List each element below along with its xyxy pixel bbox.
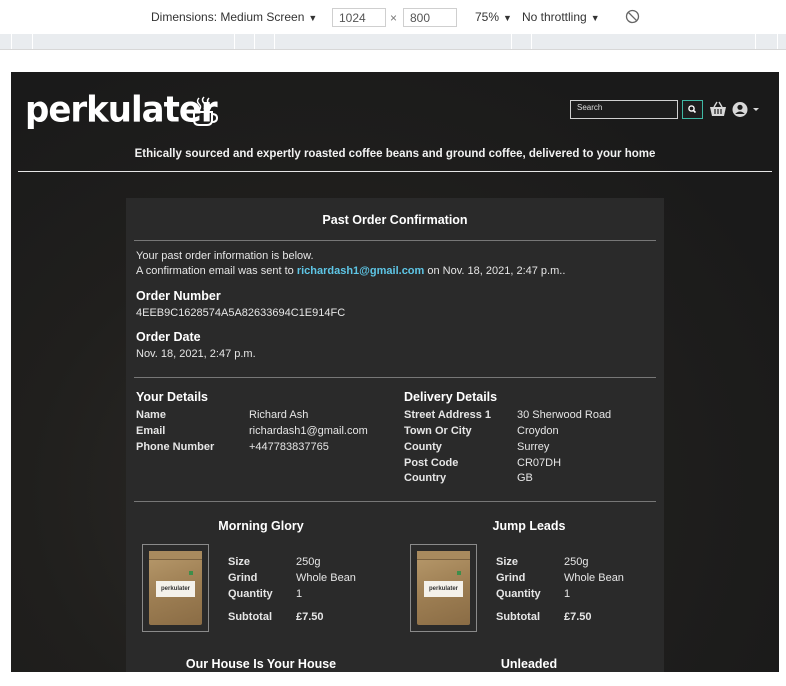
- intro-line-1: Your past order information is below.: [136, 250, 314, 262]
- header-divider: [18, 171, 772, 172]
- detail-label: Name: [136, 409, 166, 421]
- order-confirmation-card: Past Order Confirmation Your past order …: [126, 198, 664, 672]
- site-tagline: Ethically sourced and expertly roasted c…: [134, 148, 656, 160]
- delivery-value: Croydon: [517, 425, 559, 437]
- item-name: Unleaded: [500, 657, 558, 671]
- width-input[interactable]: 1024: [332, 8, 386, 27]
- item-size: 250g: [564, 556, 589, 568]
- times-sign: ×: [390, 11, 398, 25]
- account-menu[interactable]: [732, 101, 764, 123]
- account-icon: [732, 102, 759, 117]
- delivery-label: Country: [404, 472, 447, 484]
- item-qty: 1: [564, 588, 571, 600]
- dimensions-dropdown[interactable]: Dimensions: Medium Screen ▼: [151, 10, 317, 24]
- item-grind-label: Grind: [228, 572, 258, 584]
- rotate-icon[interactable]: [625, 9, 640, 27]
- item-size: 250g: [296, 556, 321, 568]
- chevron-down-icon: ▼: [503, 13, 512, 23]
- order-date: Nov. 18, 2021, 2:47 p.m.: [136, 348, 256, 360]
- delivery-label: Town Or City: [404, 425, 472, 437]
- product-image: perkulater: [410, 544, 477, 632]
- order-number: 4EEB9C1628574A5A82633694C1E914FC: [136, 307, 346, 319]
- basket-icon[interactable]: [709, 101, 727, 118]
- item-qty: 1: [296, 588, 303, 600]
- order-number-label: Order Number: [136, 289, 221, 303]
- width-value: 1024: [339, 11, 366, 25]
- delivery-label: Post Code: [404, 457, 459, 469]
- throttling-label: No throttling: [522, 10, 587, 24]
- media-query-ruler: [0, 34, 786, 50]
- delivery-value: GB: [517, 472, 533, 484]
- height-input[interactable]: 800: [403, 8, 457, 27]
- delivery-details-heading: Delivery Details: [404, 390, 498, 404]
- item-name: Morning Glory: [218, 519, 304, 533]
- item-grind: Whole Bean: [564, 572, 624, 584]
- search-icon: [688, 105, 697, 114]
- zoom-dropdown[interactable]: 75% ▼: [475, 10, 512, 24]
- devtools-toolbar: Dimensions: Medium Screen ▼ 1024 × 800 75…: [0, 0, 786, 35]
- detail-value: +447783837765: [249, 441, 329, 453]
- item-grind: Whole Bean: [296, 572, 356, 584]
- item-subtotal-label: Subtotal: [228, 611, 272, 623]
- bag-label: perkulater: [424, 581, 463, 597]
- item-subtotal: £7.50: [564, 611, 592, 623]
- item-size-label: Size: [496, 556, 519, 568]
- delivery-value: Surrey: [517, 441, 550, 453]
- item-subtotal-label: Subtotal: [496, 611, 540, 623]
- search-input[interactable]: Search: [570, 100, 678, 119]
- item-qty-label: Quantity: [228, 588, 273, 600]
- detail-value: Richard Ash: [249, 409, 309, 421]
- throttling-dropdown[interactable]: No throttling ▼: [522, 10, 600, 24]
- dimensions-label: Dimensions: Medium Screen: [151, 10, 305, 24]
- delivery-value: CR07DH: [517, 457, 562, 469]
- intro-suffix: on Nov. 18, 2021, 2:47 p.m..: [427, 265, 566, 277]
- item-grind-label: Grind: [496, 572, 526, 584]
- your-details-heading: Your Details: [136, 390, 209, 404]
- chevron-down-icon: ▼: [308, 13, 318, 23]
- delivery-label: Street Address 1: [404, 409, 492, 421]
- intro-prefix: A confirmation email was sent to: [136, 265, 294, 277]
- zoom-label: 75%: [475, 10, 500, 24]
- search-placeholder: Search: [577, 103, 603, 112]
- intro-line-2: A confirmation email was sent to richard…: [136, 265, 565, 277]
- search-button[interactable]: [682, 100, 703, 119]
- item-subtotal: £7.50: [296, 611, 324, 623]
- page-title: Past Order Confirmation: [322, 213, 468, 227]
- detail-label: Phone Number: [136, 441, 215, 453]
- site-viewport: perkulater Search Ethically sourced and …: [11, 72, 779, 672]
- divider: [134, 240, 656, 241]
- email-link[interactable]: richardash1@gmail.com: [297, 265, 425, 277]
- item-size-label: Size: [228, 556, 251, 568]
- item-name: Jump Leads: [492, 519, 566, 533]
- order-date-label: Order Date: [136, 330, 201, 344]
- delivery-label: County: [404, 441, 442, 453]
- divider: [134, 501, 656, 502]
- delivery-value: 30 Sherwood Road: [517, 409, 612, 421]
- bag-label: perkulater: [156, 581, 195, 597]
- product-image: perkulater: [142, 544, 209, 632]
- detail-value: richardash1@gmail.com: [249, 425, 368, 437]
- height-value: 800: [410, 11, 431, 25]
- item-name: Our House Is Your House: [185, 657, 337, 671]
- coffee-cup-icon: [193, 96, 219, 126]
- chevron-down-icon: ▼: [590, 13, 600, 23]
- divider: [134, 377, 656, 378]
- item-qty-label: Quantity: [496, 588, 541, 600]
- detail-label: Email: [136, 425, 166, 437]
- site-logo[interactable]: perkulater: [25, 89, 218, 131]
